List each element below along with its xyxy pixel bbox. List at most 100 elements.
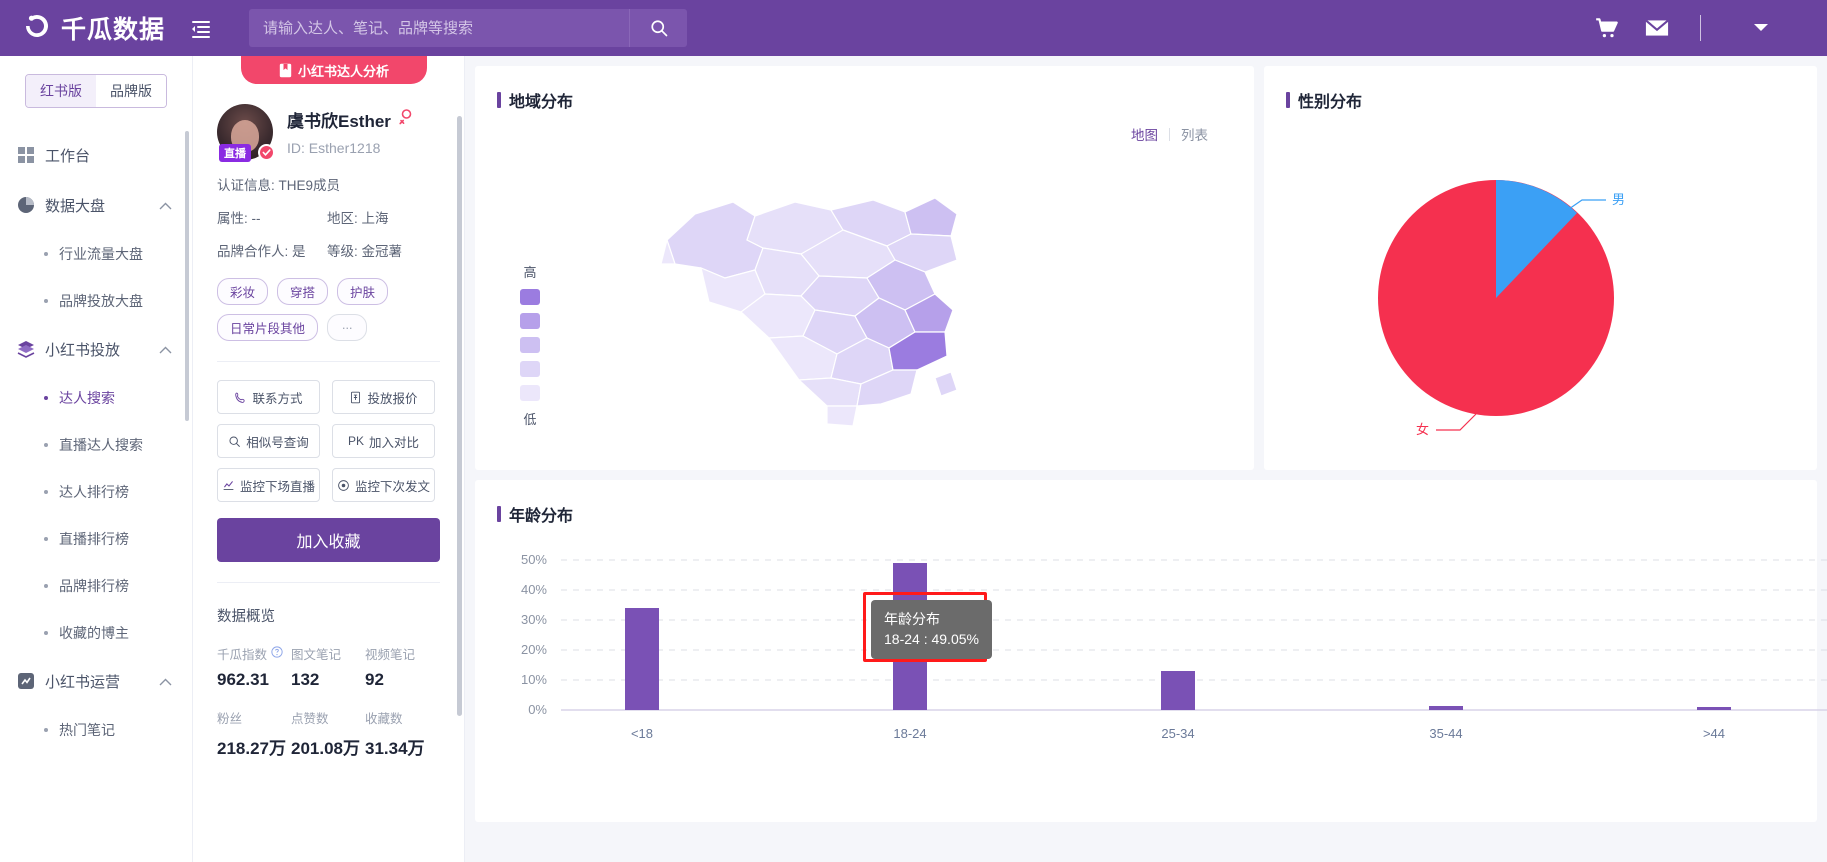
svg-text:0%: 0% (528, 702, 547, 717)
button-label: 监控下场直播 (240, 476, 315, 495)
price-icon (349, 391, 362, 404)
gender-pie-chart[interactable]: 男 女 (1264, 126, 1817, 456)
stat-video-notes: 视频笔记 92 (365, 644, 439, 690)
stat-label: 收藏数 (365, 708, 403, 727)
button-label: 加入对比 (369, 432, 419, 451)
tag-item[interactable]: 护肤 (337, 278, 388, 305)
legend-high-label: 高 (513, 262, 547, 281)
tag-item[interactable]: 日常片段其他 (217, 314, 318, 341)
age-bar-chart[interactable]: 50%40% 30%20% 10%0% (475, 526, 1817, 775)
segment-red-book[interactable]: 红书版 (26, 75, 96, 107)
geo-title-text: 地域分布 (509, 88, 573, 112)
stat-value: 92 (365, 670, 439, 690)
divider (217, 582, 440, 583)
price-button[interactable]: 投放报价 (332, 380, 435, 414)
help-icon[interactable] (271, 646, 283, 661)
version-switch[interactable]: 红书版 品牌版 (25, 74, 167, 108)
sidebar-item-influencer-rank[interactable]: 达人排行榜 (0, 468, 192, 515)
sidebar-item-xhs-operation[interactable]: 小红书运营 (0, 656, 192, 706)
sidebar-item-hot-notes[interactable]: 热门笔记 (0, 706, 192, 753)
chevron-up-icon[interactable] (159, 197, 172, 214)
sidebar-item-industry-traffic[interactable]: 行业流量大盘 (0, 230, 192, 277)
avatar[interactable]: 直播 (217, 104, 273, 160)
mail-button[interactable] (1632, 14, 1682, 42)
cart-icon (1594, 15, 1620, 41)
influencer-id: ID: Esther1218 (287, 140, 413, 156)
mail-icon (1643, 14, 1671, 42)
svg-text:女: 女 (1416, 422, 1429, 437)
profile-scrollbar[interactable] (457, 116, 462, 716)
sidebar-item-brand-rank[interactable]: 品牌排行榜 (0, 562, 192, 609)
pk-icon: PK (348, 434, 364, 448)
legend-swatch (520, 289, 540, 305)
grid-icon (17, 146, 35, 164)
svg-text:10%: 10% (521, 672, 547, 687)
stat-value: 31.34万 (365, 734, 439, 759)
gender-title: 性别分布 (1264, 66, 1817, 112)
sidebar-item-data-board[interactable]: 数据大盘 (0, 180, 192, 230)
chevron-up-icon[interactable] (159, 341, 172, 358)
brand-row: 品牌合作人: 是 等级: 金冠薯 (217, 240, 440, 260)
sidebar-scrollbar[interactable] (185, 131, 189, 421)
sidebar-sub-label: 直播达人搜索 (59, 435, 143, 455)
stat-value: 962.31 (217, 670, 291, 690)
top-cards: 地域分布 地图 列表 高 低 (475, 66, 1817, 470)
overview-title: 数据概览 (217, 605, 440, 626)
search-button[interactable] (629, 9, 687, 47)
sidebar-item-workbench[interactable]: 工作台 (0, 130, 192, 180)
age-title: 年龄分布 (475, 480, 1817, 526)
collapse-icon[interactable] (189, 16, 213, 40)
sidebar-item-live-influencer-search[interactable]: 直播达人搜索 (0, 421, 192, 468)
sidebar-sub-label: 品牌投放大盘 (59, 291, 143, 311)
china-map[interactable] (605, 144, 1005, 444)
age-title-text: 年龄分布 (509, 502, 573, 526)
sidebar-label: 小红书投放 (45, 339, 120, 360)
chevron-up-icon[interactable] (159, 673, 172, 690)
app-root: 千瓜数据 红书版 (0, 0, 1827, 862)
geo-title: 地域分布 (475, 66, 1254, 112)
search-input[interactable] (249, 20, 629, 37)
search-icon (649, 18, 669, 38)
monitor-icon (222, 479, 235, 492)
female-icon (399, 109, 413, 130)
title-accent-bar (1286, 92, 1290, 108)
bullet-icon (44, 537, 48, 541)
similar-search-button[interactable]: 相似号查询 (217, 424, 320, 458)
sidebar-item-live-rank[interactable]: 直播排行榜 (0, 515, 192, 562)
sidebar-label: 工作台 (45, 145, 90, 166)
page-title: 虞书欣Esther (287, 107, 413, 132)
svg-text:男: 男 (1612, 192, 1625, 207)
sidebar-item-brand-delivery[interactable]: 品牌投放大盘 (0, 277, 192, 324)
segment-brand[interactable]: 品牌版 (96, 75, 166, 107)
book-icon (279, 63, 292, 78)
stat-collections: 收藏数 31.34万 (365, 708, 439, 759)
monitor-live-button[interactable]: 监控下场直播 (217, 468, 320, 502)
divider (217, 361, 440, 362)
main-content: 地域分布 地图 列表 高 低 (465, 56, 1827, 862)
legend-low-label: 低 (513, 409, 547, 428)
add-compare-button[interactable]: PK 加入对比 (332, 424, 435, 458)
user-menu-button[interactable] (1741, 23, 1781, 33)
eye-icon (337, 479, 350, 492)
gender-distribution-card: 性别分布 男 女 (1264, 66, 1817, 470)
tag-item[interactable]: 穿搭 (277, 278, 328, 305)
id-label: ID: (287, 140, 305, 156)
cart-button[interactable] (1582, 15, 1632, 41)
stats-row-2: 粉丝 218.27万 点赞数 201.08万 收藏数 31.34万 (217, 708, 440, 759)
logo[interactable]: 千瓜数据 (0, 10, 165, 46)
stats-row-1: 千瓜指数 962.31 图文笔记 132 视频笔记 92 (217, 644, 440, 690)
contact-button[interactable]: 联系方式 (217, 380, 320, 414)
monitor-post-button[interactable]: 监控下次发文 (332, 468, 435, 502)
svg-text:35-44: 35-44 (1429, 726, 1462, 741)
search-box[interactable] (249, 9, 629, 47)
tag-more-button[interactable]: ... (327, 314, 367, 341)
tag-item[interactable]: 彩妆 (217, 278, 268, 305)
sidebar-item-xhs-delivery[interactable]: 小红书投放 (0, 324, 192, 374)
legend-swatch (520, 313, 540, 329)
button-label: 监控下次发文 (355, 476, 430, 495)
tab-map[interactable]: 地图 (1131, 124, 1158, 144)
sidebar-item-influencer-search[interactable]: 达人搜索 (0, 374, 192, 421)
tab-list[interactable]: 列表 (1181, 124, 1208, 144)
sidebar-item-favorite-bloggers[interactable]: 收藏的博主 (0, 609, 192, 656)
add-favorite-button[interactable]: 加入收藏 (217, 518, 440, 562)
